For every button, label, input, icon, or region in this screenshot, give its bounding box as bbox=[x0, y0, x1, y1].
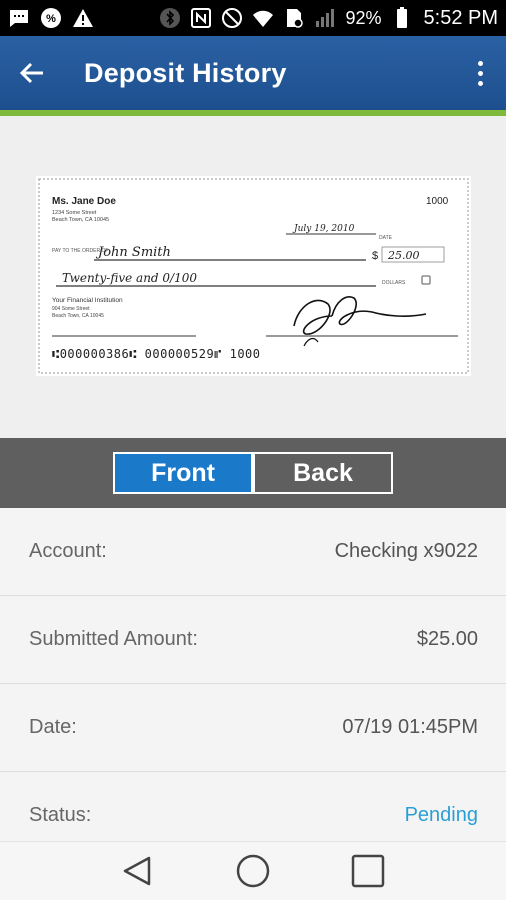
check-dollars-caption: DOLLARS bbox=[382, 280, 406, 286]
check-number: 1000 bbox=[426, 196, 449, 207]
page-title: Deposit History bbox=[84, 57, 287, 88]
signal-icon bbox=[314, 7, 336, 29]
arrow-back-icon bbox=[19, 62, 43, 84]
nfc-icon bbox=[190, 7, 212, 29]
svg-text:%: % bbox=[46, 13, 56, 25]
nav-home-button[interactable] bbox=[228, 846, 278, 896]
deposit-details: Account: Checking x9022 Submitted Amount… bbox=[0, 508, 506, 841]
wifi-icon bbox=[252, 7, 274, 29]
detail-value: $25.00 bbox=[416, 628, 478, 650]
check-payee: John Smith bbox=[95, 245, 171, 260]
check-date: July 19, 2010 bbox=[292, 224, 355, 234]
detail-row-account: Account: Checking x9022 bbox=[0, 508, 506, 596]
back-toggle-button[interactable]: Back bbox=[253, 452, 393, 494]
detail-row-submitted-amount: Submitted Amount: $25.00 bbox=[0, 596, 506, 684]
detail-row-status: Status: Pending bbox=[0, 772, 506, 841]
back-triangle-icon bbox=[123, 856, 150, 886]
clock: 5:52 PM bbox=[423, 6, 498, 29]
sim-icon bbox=[283, 7, 305, 29]
check-image: Ms. Jane Doe 1234 Some Street Beach Town… bbox=[36, 176, 471, 376]
home-circle-icon bbox=[236, 854, 270, 888]
nav-recents-button[interactable] bbox=[343, 846, 393, 896]
recents-square-icon bbox=[352, 854, 385, 888]
message-icon bbox=[8, 7, 30, 29]
check-micr-line: ⑆000000386⑆ 000000529⑈ 1000 bbox=[52, 347, 261, 361]
overflow-menu-button[interactable] bbox=[468, 56, 492, 90]
back-button[interactable] bbox=[0, 36, 64, 110]
image-side-toggle: Front Back bbox=[0, 438, 506, 508]
status-bar: % 92% 5:52 PM bbox=[0, 0, 506, 36]
check-bank-address-2: Beach Town, CA 10045 bbox=[52, 313, 104, 319]
battery-percent: 92% bbox=[345, 7, 382, 28]
detail-label: Status: bbox=[29, 804, 92, 826]
detail-value: 07/19 01:45PM bbox=[342, 716, 478, 738]
bluetooth-icon bbox=[159, 7, 181, 29]
percent-icon: % bbox=[40, 7, 62, 29]
status-value: Pending bbox=[404, 804, 478, 826]
check-bank-address-1: 904 Some Street bbox=[52, 306, 90, 312]
detail-label: Submitted Amount: bbox=[29, 628, 198, 650]
check-amount-words: Twenty-five and 0/100 bbox=[62, 271, 197, 285]
svg-text:$: $ bbox=[372, 250, 378, 262]
battery-icon bbox=[391, 7, 413, 29]
overflow-menu-icon bbox=[477, 60, 483, 66]
detail-label: Account: bbox=[29, 540, 107, 562]
system-navigation-bar bbox=[0, 841, 506, 900]
check-image-area: Ms. Jane Doe 1234 Some Street Beach Town… bbox=[0, 116, 506, 438]
detail-row-date: Date: 07/19 01:45PM bbox=[0, 684, 506, 772]
detail-label: Date: bbox=[29, 716, 77, 738]
check-date-caption: DATE bbox=[379, 235, 393, 241]
warning-icon bbox=[72, 7, 94, 29]
check-amount-numeric: 25.00 bbox=[387, 249, 420, 262]
check-payer-address-1: 1234 Some Street bbox=[52, 210, 97, 216]
front-toggle-button[interactable]: Front bbox=[113, 452, 253, 494]
check-bank-name: Your Financial Institution bbox=[52, 297, 123, 304]
check-payer-address-2: Beach Town, CA 10045 bbox=[52, 217, 109, 223]
mute-icon bbox=[221, 7, 243, 29]
detail-value: Checking x9022 bbox=[334, 540, 478, 562]
nav-back-button[interactable] bbox=[113, 846, 163, 896]
check-payer-name: Ms. Jane Doe bbox=[52, 196, 116, 207]
app-bar: Deposit History bbox=[0, 36, 506, 110]
